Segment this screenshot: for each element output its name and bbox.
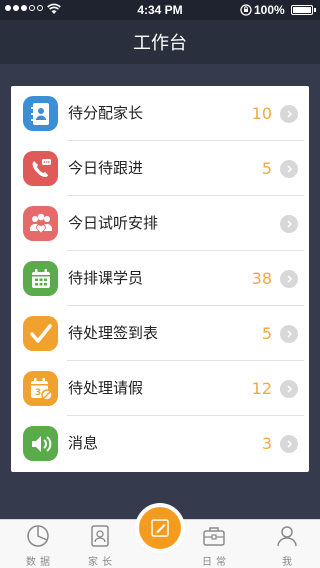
tab-label: 家长 — [88, 557, 116, 568]
pie-chart-icon — [27, 525, 49, 547]
rotation-lock-icon — [240, 4, 252, 16]
tab-daily[interactable]: 日常 — [194, 520, 234, 568]
item-label: 待处理签到表 — [68, 324, 159, 342]
battery-icon — [291, 5, 316, 15]
item-label: 待处理请假 — [68, 379, 144, 397]
page-title: 工作台 — [133, 33, 187, 54]
briefcase-icon — [203, 527, 225, 546]
item-count: 10 — [251, 104, 272, 123]
tab-label: 数据 — [26, 557, 54, 568]
tab-parents[interactable]: 家长 — [80, 520, 120, 568]
chevron-right-icon — [280, 380, 298, 398]
chevron-right-icon — [280, 215, 298, 233]
list-item-pending-leave[interactable]: 3 待处理请假 12 — [11, 361, 309, 416]
contact-card-icon — [91, 525, 109, 547]
item-count: 12 — [251, 379, 272, 398]
tab-data[interactable]: 数据 — [18, 520, 58, 568]
chevron-right-icon — [280, 435, 298, 453]
speaker-icon — [23, 426, 58, 461]
nav-bar: 工作台 — [0, 20, 320, 64]
list-item-messages[interactable]: 消息 3 — [11, 416, 309, 471]
chevron-right-icon — [280, 270, 298, 288]
battery-percent: 100% — [254, 3, 285, 17]
list-item-trial-class-today[interactable]: 今日试听安排 — [11, 196, 309, 251]
list-item-followup-today[interactable]: 今日待跟进 5 — [11, 141, 309, 196]
list-item-students-to-schedule[interactable]: 待排课学员 38 — [11, 251, 309, 306]
item-label: 待分配家长 — [68, 104, 144, 122]
list-item-pending-signin-sheets[interactable]: 待处理签到表 5 — [11, 306, 309, 361]
people-heart-icon — [23, 206, 58, 241]
calendar-grid-icon — [23, 261, 58, 296]
tab-me[interactable]: 我 — [267, 520, 307, 568]
item-label: 消息 — [68, 434, 99, 452]
contacts-book-icon — [23, 96, 58, 131]
person-icon — [277, 526, 297, 547]
tab-label: 我 — [282, 557, 296, 568]
list-item-unassigned-parents[interactable]: 待分配家长 10 — [11, 86, 309, 141]
svg-text:3: 3 — [35, 388, 41, 398]
item-count: 3 — [261, 434, 272, 453]
item-label: 今日试听安排 — [68, 214, 159, 232]
tab-label: 日常 — [202, 557, 230, 568]
chevron-right-icon — [280, 325, 298, 343]
chevron-right-icon — [280, 105, 298, 123]
checkmark-icon — [23, 316, 58, 351]
center-edit-button[interactable] — [135, 503, 185, 553]
calendar-cancel-icon: 3 — [23, 371, 58, 406]
edit-pen-icon — [151, 519, 169, 537]
phone-call-icon — [23, 151, 58, 186]
chevron-right-icon — [280, 160, 298, 178]
workbench-list: 待分配家长 10 今日待跟进 5 今日试听安排 待排课学员 38 待处理签到表 … — [11, 86, 309, 472]
item-count: 5 — [261, 159, 272, 178]
item-count: 38 — [251, 269, 272, 288]
item-count: 5 — [261, 324, 272, 343]
item-label: 今日待跟进 — [68, 159, 144, 177]
status-bar: 4:34 PM 100% — [0, 0, 320, 20]
item-label: 待排课学员 — [68, 269, 144, 287]
